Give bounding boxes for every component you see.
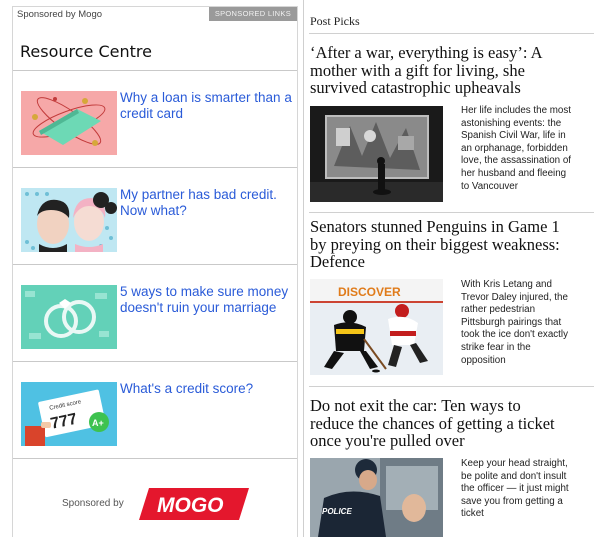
resource-item[interactable]: 5 ways to make sure money doesn't ruin y…: [13, 265, 297, 362]
summary-line: ticket: [461, 508, 484, 520]
credit-card-grade: A+: [92, 418, 104, 428]
post-picks-header: Post Picks: [310, 14, 360, 28]
police-text: POLICE: [322, 507, 352, 516]
credit-score-link[interactable]: What's a credit score?: [120, 381, 292, 397]
sponsor-bar: Sponsored by Mogo SPONSORED LINKS: [13, 7, 297, 25]
article-summary: Her life includes the most astonishing e…: [461, 105, 594, 193]
summary-line: be polite and don't insult: [461, 470, 567, 482]
sponsored-resource-panel: Sponsored by Mogo SPONSORED LINKS Resour…: [12, 6, 298, 537]
summary-line: Trevor Daley injured, the: [461, 291, 568, 303]
sponsored-by-label: Sponsored by: [62, 498, 124, 509]
credit-score-thumbnail[interactable]: Credit score 777 A+: [21, 382, 117, 446]
article-summary: With Kris Letang and Trevor Daley injure…: [461, 279, 594, 367]
divider: [309, 33, 594, 34]
summary-line: Her life includes the most: [461, 105, 571, 116]
resource-item[interactable]: Credit score 777 A+ What's a credit scor…: [13, 362, 297, 459]
money-marriage-link[interactable]: 5 ways to make sure money doesn't ruin y…: [120, 284, 292, 315]
summary-line: With Kris Letang and: [461, 279, 552, 290]
article-title[interactable]: Senators stunned Penguins in Game 1 by p…: [310, 218, 594, 271]
resource-centre-title: Resource Centre: [20, 42, 152, 61]
summary-line: opposition: [461, 354, 506, 366]
summary-line: rather pedestrian: [461, 304, 536, 316]
summary-line: Spanish Civil War, life in: [461, 130, 566, 142]
bad-credit-partner-thumbnail[interactable]: [21, 188, 117, 252]
column-divider: [303, 0, 304, 537]
article-title-line[interactable]: Do not exit the car: Ten ways to: [310, 397, 594, 415]
bad-credit-partner-link[interactable]: My partner has bad credit. Now what?: [120, 187, 292, 218]
article-summary: Keep your head straight, be polite and d…: [461, 458, 594, 521]
mogo-logo[interactable]: MOGO: [139, 486, 249, 522]
resource-item[interactable]: Why a loan is smarter than a credit card: [13, 71, 297, 168]
summary-line: Pittsburgh pairings that: [461, 316, 562, 328]
arena-board-text: DISCOVER: [338, 285, 401, 299]
money-marriage-thumbnail[interactable]: [21, 285, 117, 349]
divider: [309, 212, 594, 213]
divider: [309, 386, 594, 387]
article-title-line[interactable]: reduce the chances of getting a ticket: [310, 414, 594, 433]
article-title-line[interactable]: by preying on their biggest weakness:: [310, 235, 594, 254]
article-title-line[interactable]: once you're pulled over: [310, 432, 594, 450]
article-title-line[interactable]: Defence: [310, 253, 594, 271]
article-title-line[interactable]: mother with a gift for living, she: [310, 61, 594, 80]
loan-vs-credit-card-link[interactable]: Why a loan is smarter than a credit card: [120, 90, 292, 121]
post-picks-panel: Post Picks ‘After a war, everything is e…: [309, 0, 594, 537]
summary-line: strike fear in the: [461, 341, 531, 353]
loan-vs-credit-card-thumbnail[interactable]: [21, 91, 117, 155]
summary-line: astonishing events: the: [461, 117, 562, 129]
summary-line: took the ice don't exactly: [461, 329, 568, 341]
summary-line: the officer — it just might: [461, 483, 569, 495]
summary-line: Keep your head straight,: [461, 458, 568, 469]
sponsor-text: Sponsored by Mogo: [17, 9, 103, 20]
article-title[interactable]: ‘After a war, everything is easy’: A mot…: [310, 44, 594, 97]
article-title-line[interactable]: Senators stunned Penguins in Game 1: [310, 218, 594, 236]
sponsored-links-badge: SPONSORED LINKS: [208, 7, 297, 21]
summary-line: to Vancouver: [461, 180, 519, 192]
article-title-line[interactable]: ‘After a war, everything is easy’: A: [310, 44, 594, 62]
article-title[interactable]: Do not exit the car: Ten ways to reduce …: [310, 397, 594, 450]
article-image[interactable]: [310, 106, 443, 202]
summary-line: an orphanage, forbidden: [461, 142, 568, 154]
summary-line: love, the assassination of: [461, 155, 572, 167]
sponsored-by-footer[interactable]: Sponsored by MOGO: [13, 485, 297, 525]
summary-line: her husband and fleeing: [461, 167, 567, 179]
resource-item[interactable]: My partner has bad credit. Now what?: [13, 168, 297, 265]
mogo-logo-text: MOGO: [157, 494, 224, 517]
summary-line: save you from getting a: [461, 495, 563, 507]
article-image[interactable]: POLICE: [310, 458, 443, 537]
article-image[interactable]: DISCOVER: [310, 279, 443, 375]
article-title-line[interactable]: survived catastrophic upheavals: [310, 79, 594, 97]
